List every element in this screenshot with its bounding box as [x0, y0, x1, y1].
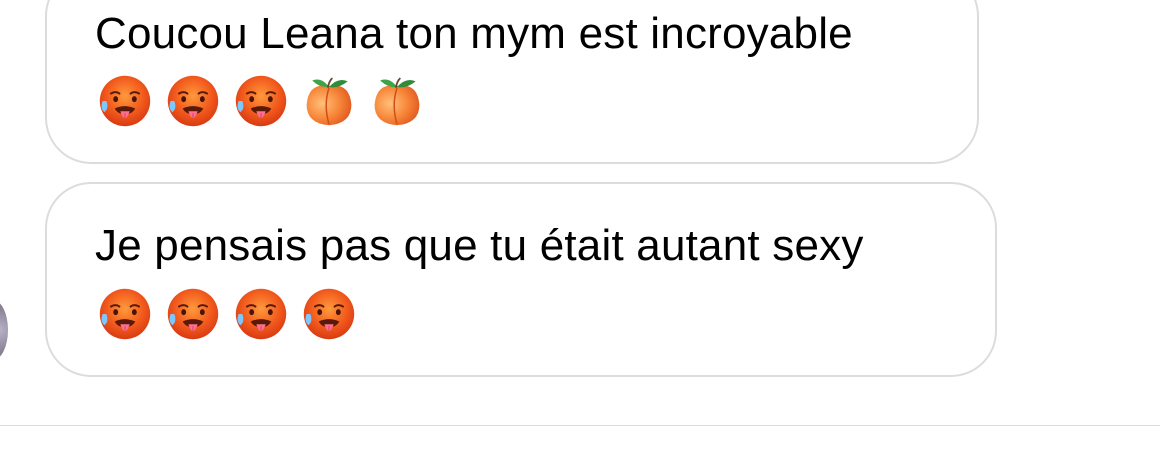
message-text: Coucou Leana ton mym est incroyable — [95, 9, 853, 58]
hot-face-icon — [165, 73, 221, 129]
hot-face-icon — [233, 286, 289, 342]
hot-face-icon — [165, 286, 221, 342]
peach-icon — [369, 73, 425, 129]
hot-face-icon — [97, 286, 153, 342]
emoji-row — [97, 73, 425, 129]
message-text: Je pensais pas que tu était autant sexy — [95, 221, 864, 270]
hot-face-icon — [97, 73, 153, 129]
message-thread: Coucou Leana ton mym est incroyable Je p… — [0, 0, 1160, 461]
peach-icon — [301, 73, 357, 129]
hot-face-icon — [301, 286, 357, 342]
emoji-row — [97, 286, 357, 342]
message-bubble[interactable]: Coucou Leana ton mym est incroyable — [45, 0, 979, 164]
message-bubble[interactable]: Je pensais pas que tu était autant sexy — [45, 182, 997, 377]
hot-face-icon — [233, 73, 289, 129]
avatar[interactable] — [0, 300, 8, 360]
divider — [0, 425, 1160, 426]
